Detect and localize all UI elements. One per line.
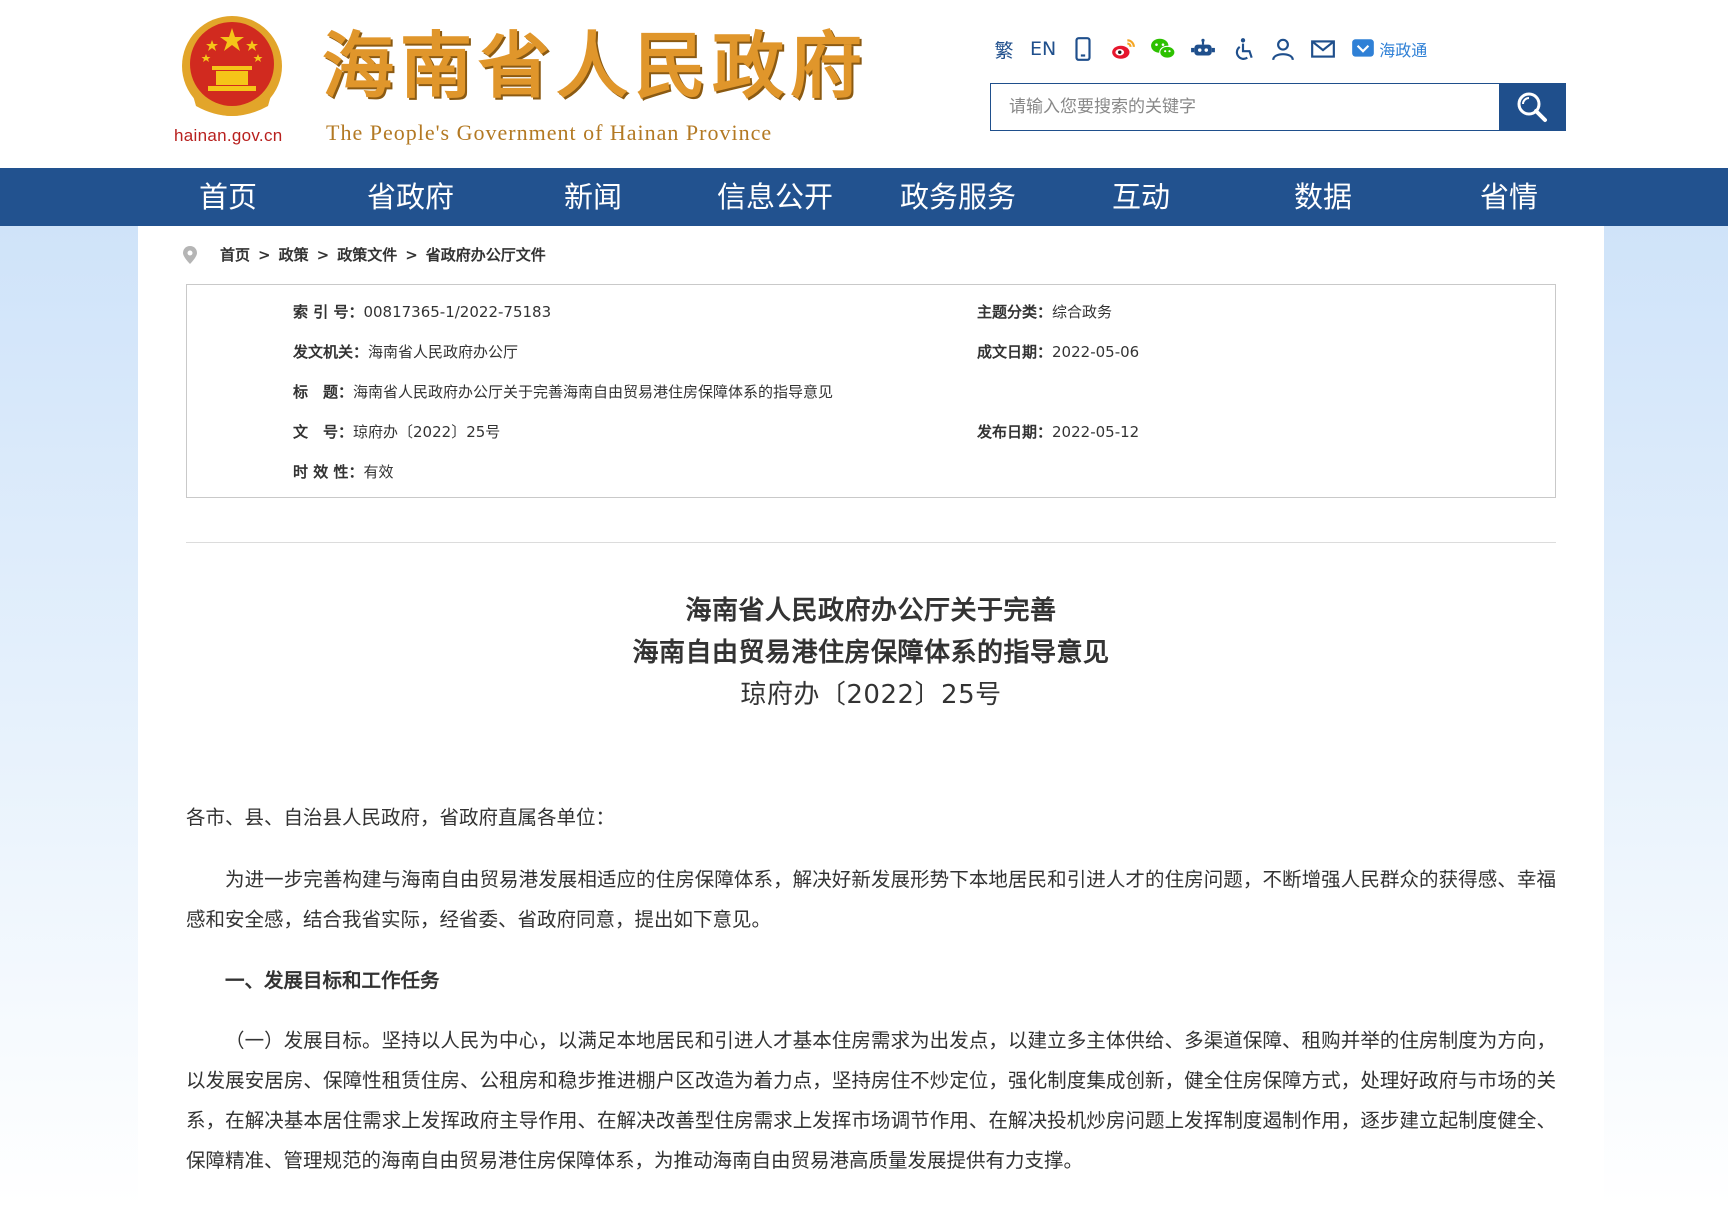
document-intro-paragraph: 为进一步完善构建与海南自由贸易港发展相适应的住房保障体系，解决好新发展形势下本地… <box>186 868 1556 931</box>
location-pin-icon <box>183 245 197 264</box>
nav-item-info-disclosure[interactable]: 信息公开 <box>717 168 833 226</box>
site-header: hainan.gov.cn 海南省人民政府 The People's Gover… <box>0 0 1728 168</box>
national-emblem-icon[interactable] <box>178 14 286 122</box>
document-info-box: 索 引 号：00817365-1/2022-75183 主题分类：综合政务 发文… <box>186 284 1556 498</box>
content-divider <box>186 542 1556 543</box>
info-topic-value: 综合政务 <box>1052 303 1113 321</box>
info-doc-no-value: 琼府办〔2022〕25号 <box>353 423 501 441</box>
info-validity-label: 时 效 性： <box>293 463 364 481</box>
weibo-icon[interactable] <box>1110 34 1136 64</box>
main-nav: 首页 省政府 新闻 信息公开 政务服务 互动 数据 省情 <box>0 168 1728 226</box>
nav-item-news[interactable]: 新闻 <box>564 168 622 226</box>
breadcrumb-office-docs[interactable]: 省政府办公厅文件 <box>426 244 546 265</box>
info-doc-no: 文 号：琼府办〔2022〕25号 <box>293 421 500 442</box>
info-title: 标 题：海南省人民政府办公厅关于完善海南自由贸易港住房保障体系的指导意见 <box>293 381 833 402</box>
search-bar <box>990 83 1566 131</box>
document-salutation: 各市、县、自治县人民政府，省政府直属各单位： <box>186 806 616 829</box>
info-index-no-value: 00817365-1/2022-75183 <box>363 303 552 321</box>
section-1-paragraph: （一）发展目标。坚持以人民为中心，以满足本地居民和引进人才基本住房需求为出发点，… <box>186 1029 1556 1172</box>
main-content: 首页 > 政策 > 政策文件 > 省政府办公厅文件 索 引 号：00817365… <box>138 226 1604 1206</box>
site-subtitle: The People's Government of Hainan Provin… <box>326 120 773 145</box>
info-date-written: 成文日期：2022-05-06 <box>977 341 1139 362</box>
mobile-icon[interactable] <box>1070 34 1096 64</box>
info-issuer: 发文机关：海南省人民政府办公厅 <box>293 341 518 362</box>
breadcrumb: 首页 > 政策 > 政策文件 > 省政府办公厅文件 <box>182 244 546 265</box>
nav-item-home[interactable]: 首页 <box>199 168 257 226</box>
breadcrumb-separator: > <box>258 245 271 264</box>
info-issuer-value: 海南省人民政府办公厅 <box>368 343 519 361</box>
info-title-label: 标 题： <box>293 383 354 401</box>
search-input[interactable] <box>991 84 1499 130</box>
document-title-line-2: 海南自由贸易港住房保障体系的指导意见 <box>632 638 1110 668</box>
nav-item-interaction[interactable]: 互动 <box>1112 168 1170 226</box>
info-topic-label: 主题分类： <box>977 303 1053 321</box>
nav-item-gov-services[interactable]: 政务服务 <box>900 168 1016 226</box>
english-link[interactable]: EN <box>1030 34 1056 64</box>
section-1-heading: 一、发展目标和工作任务 <box>225 969 440 992</box>
haizhengtong-label: 海政通 <box>1379 41 1428 60</box>
breadcrumb-policy-docs[interactable]: 政策文件 <box>337 244 397 265</box>
wechat-icon[interactable] <box>1150 34 1176 64</box>
haizhengtong-icon <box>1352 39 1375 57</box>
info-pub-date-label: 发布日期： <box>977 423 1053 441</box>
search-button[interactable] <box>1499 84 1565 130</box>
traditional-chinese-link[interactable]: 繁 <box>992 34 1016 64</box>
header-toolbar: 繁 EN 海政通 <box>992 34 1427 64</box>
info-index-no-label: 索 引 号： <box>293 303 364 321</box>
mail-icon[interactable] <box>1310 34 1336 64</box>
info-title-value: 海南省人民政府办公厅关于完善海南自由贸易港住房保障体系的指导意见 <box>353 383 834 401</box>
robot-icon[interactable] <box>1190 34 1216 64</box>
info-validity-value: 有效 <box>363 463 394 481</box>
nav-item-government[interactable]: 省政府 <box>367 168 454 226</box>
info-date-written-label: 成文日期： <box>977 343 1053 361</box>
breadcrumb-separator: > <box>405 245 418 264</box>
info-topic: 主题分类：综合政务 <box>977 301 1112 322</box>
info-pub-date: 发布日期：2022-05-12 <box>977 421 1139 442</box>
info-index-no: 索 引 号：00817365-1/2022-75183 <box>293 301 551 322</box>
document-title-line-1: 海南省人民政府办公厅关于完善 <box>685 596 1057 626</box>
breadcrumb-home[interactable]: 首页 <box>220 244 250 265</box>
info-issuer-label: 发文机关： <box>293 343 369 361</box>
haizhengtong-app-link[interactable]: 海政通 <box>1350 34 1427 64</box>
info-validity: 时 效 性：有效 <box>293 461 393 482</box>
breadcrumb-policy[interactable]: 政策 <box>279 244 309 265</box>
accessibility-icon[interactable] <box>1230 34 1256 64</box>
document-number: 琼府办〔2022〕25号 <box>740 680 1002 710</box>
nav-item-province-info[interactable]: 省情 <box>1480 168 1538 226</box>
search-icon <box>1517 92 1547 122</box>
user-icon[interactable] <box>1270 34 1296 64</box>
site-title[interactable]: 海南省人民政府 <box>322 24 868 108</box>
nav-item-data[interactable]: 数据 <box>1294 168 1352 226</box>
breadcrumb-separator: > <box>316 245 330 264</box>
info-pub-date-value: 2022-05-12 <box>1052 423 1140 441</box>
info-date-written-value: 2022-05-06 <box>1052 343 1140 361</box>
info-doc-no-label: 文 号： <box>293 423 354 441</box>
site-domain: hainan.gov.cn <box>174 126 283 145</box>
